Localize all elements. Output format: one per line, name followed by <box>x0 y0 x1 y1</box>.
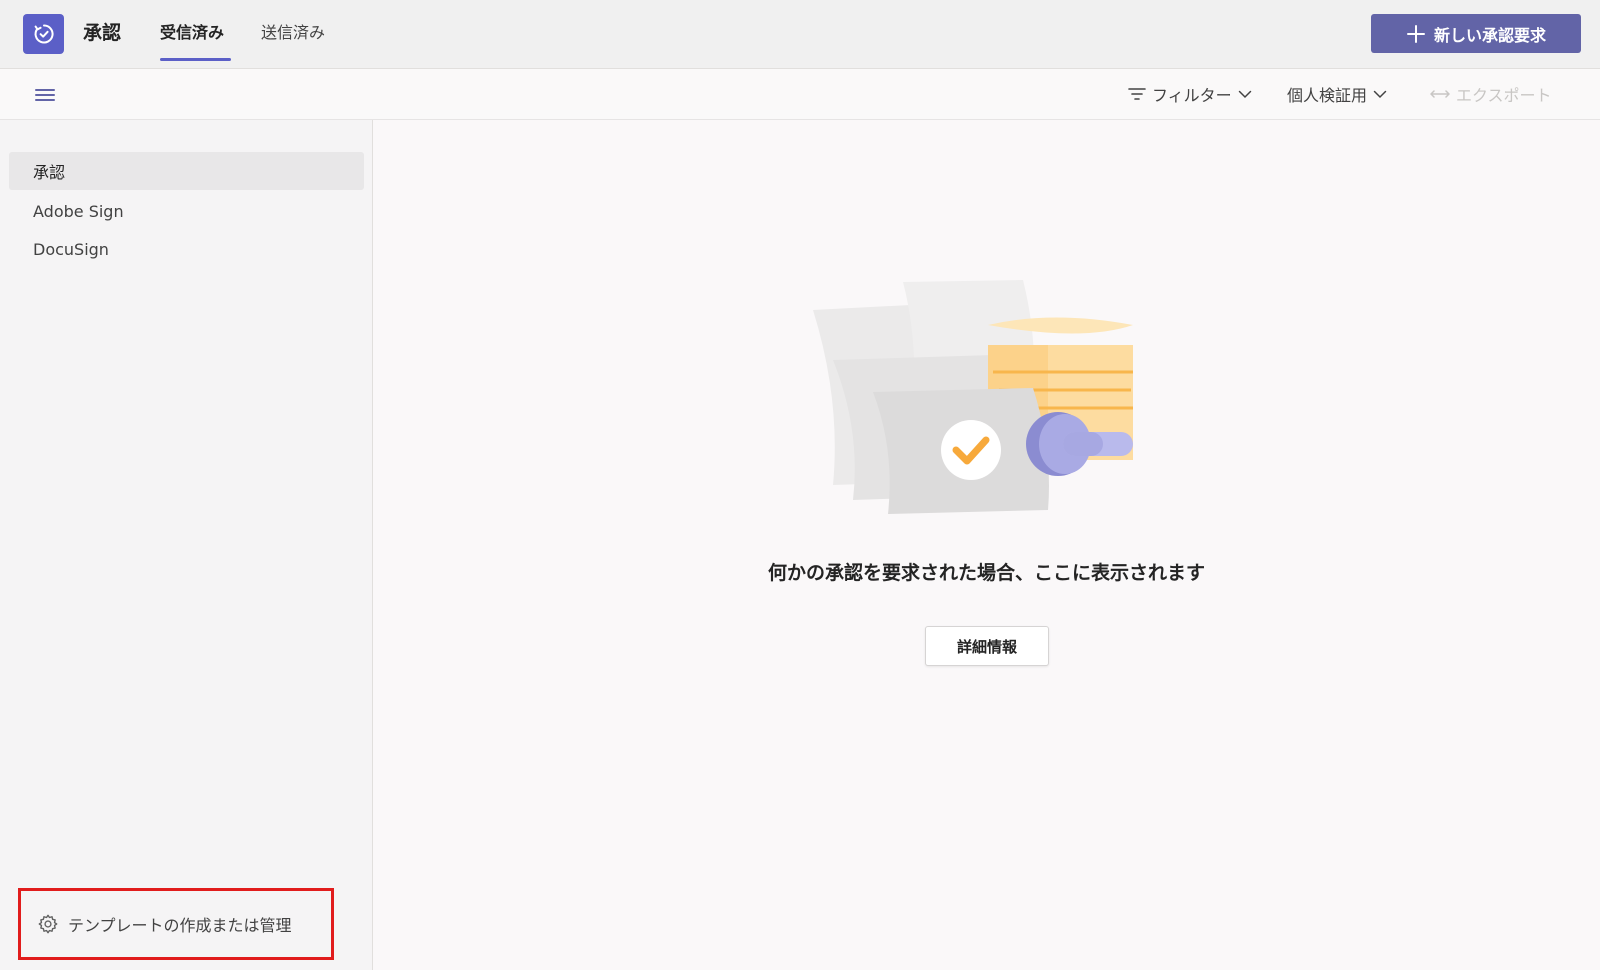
export-arrows-icon <box>1430 90 1450 98</box>
filter-dropdown[interactable]: フィルター <box>1128 81 1252 107</box>
export-label: エクスポート <box>1456 86 1552 105</box>
chevron-down-icon <box>1238 90 1251 99</box>
filter-label: フィルター <box>1152 86 1232 105</box>
new-approval-request-button[interactable]: 新しい承認要求 <box>1371 14 1581 53</box>
empty-state-message: 何かの承認を要求された場合、ここに表示されます <box>767 562 1205 584</box>
plus-icon <box>1406 24 1425 43</box>
tab-sent[interactable]: 送信済み <box>261 22 325 44</box>
new-approval-request-label: 新しい承認要求 <box>1433 25 1546 45</box>
sidebar-item-adobe-sign[interactable]: Adobe Sign <box>9 192 364 230</box>
filter-icon <box>1128 88 1146 100</box>
approvals-icon[interactable] <box>23 14 64 54</box>
more-info-button[interactable]: 詳細情報 <box>925 626 1049 666</box>
personal-account-dropdown[interactable]: 個人検証用 <box>1287 81 1387 107</box>
gear-icon <box>38 914 58 934</box>
sidebar-item-label: Adobe Sign <box>33 201 124 221</box>
sidebar-item-approvals[interactable]: 承認 <box>9 152 364 190</box>
sidebar-item-docusign[interactable]: DocuSign <box>9 230 364 268</box>
tab-received[interactable]: 受信済み <box>160 22 224 44</box>
sidebar: 承認 Adobe Sign DocuSign テンプレートの作成または管理 <box>0 120 373 970</box>
sidebar-item-label: DocuSign <box>33 239 109 259</box>
app-header: 承認 受信済み 送信済み 新しい承認要求 <box>0 0 1600 69</box>
toolbar: フィルター 個人検証用 エクスポート <box>0 69 1600 120</box>
create-manage-templates-label: テンプレートの作成または管理 <box>68 916 292 935</box>
app-title: 承認 <box>83 22 122 44</box>
main-content: 何かの承認を要求された場合、ここに表示されます 詳細情報 <box>373 120 1600 970</box>
sidebar-item-label: 承認 <box>33 163 66 182</box>
chevron-down-icon <box>1373 90 1387 99</box>
empty-state-illustration <box>813 280 1133 514</box>
active-tab-indicator <box>160 58 231 61</box>
personal-account-label: 個人検証用 <box>1287 86 1368 105</box>
export-button[interactable]: エクスポート <box>1430 81 1552 107</box>
create-manage-templates-link[interactable]: テンプレートの作成または管理 <box>18 888 334 960</box>
hamburger-menu-icon[interactable] <box>33 83 57 107</box>
